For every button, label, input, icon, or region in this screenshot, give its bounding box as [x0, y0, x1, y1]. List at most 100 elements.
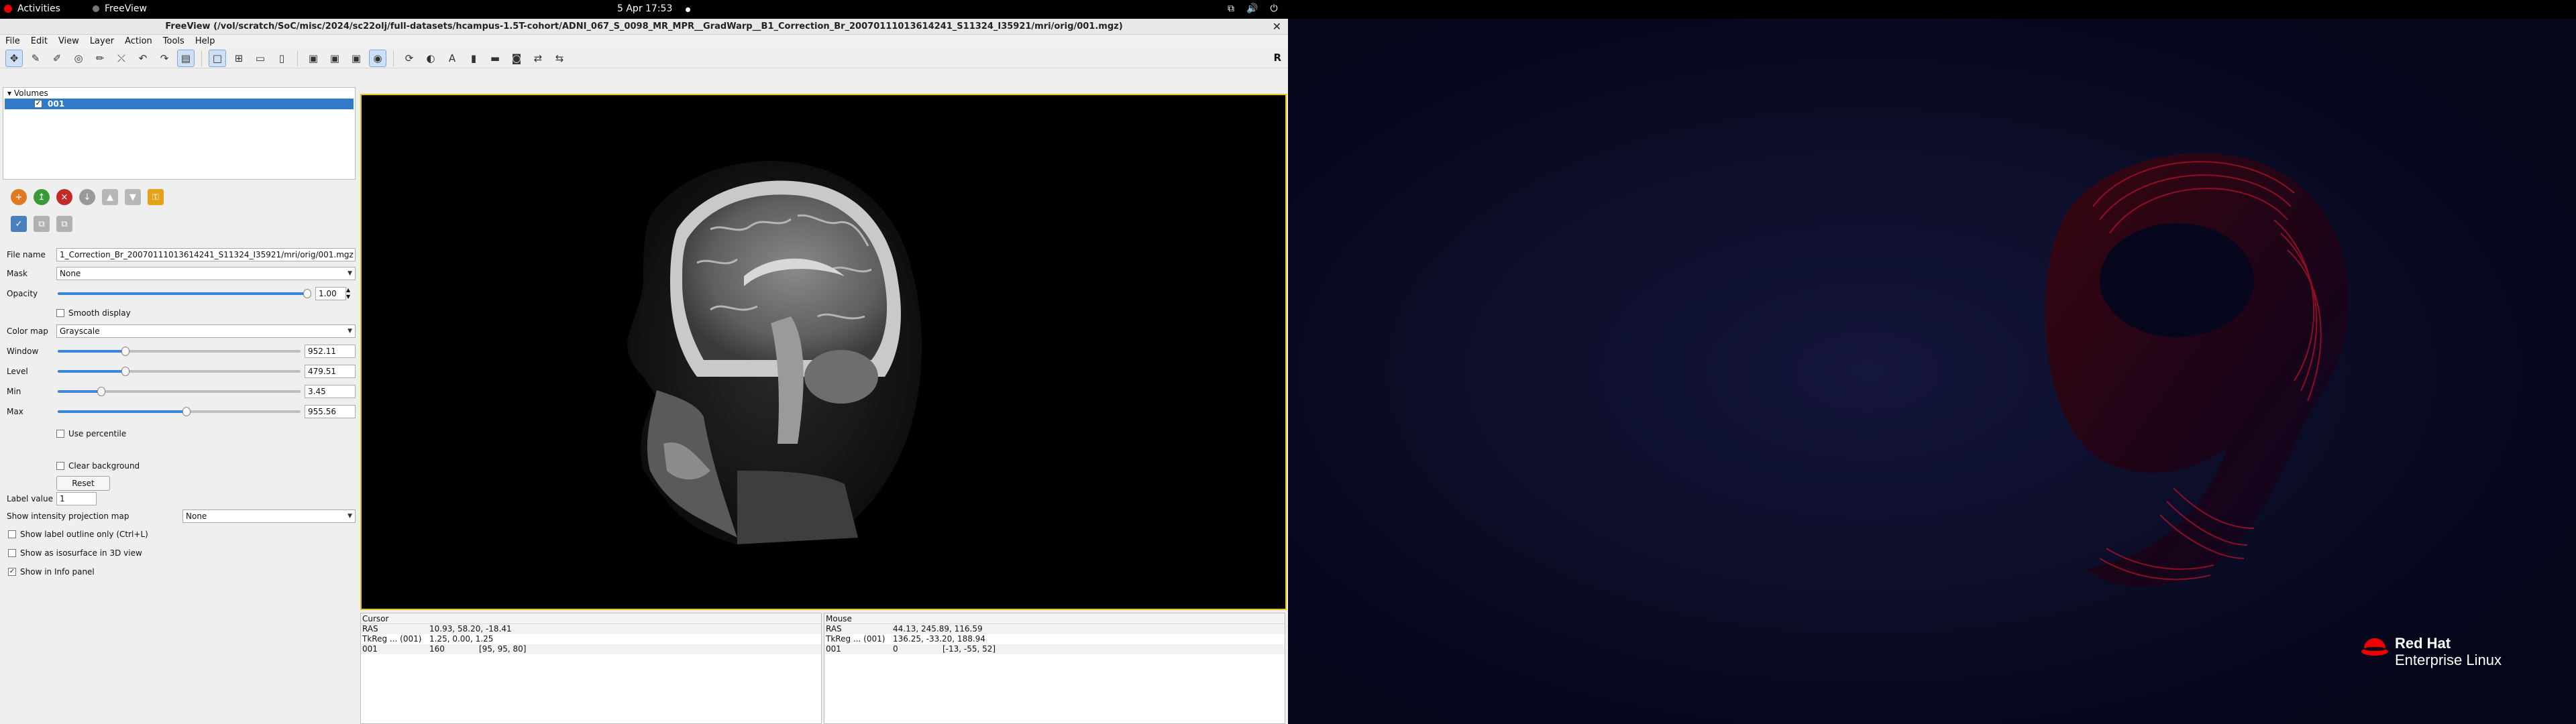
camera-icon[interactable]: ◙: [508, 50, 525, 67]
sagittal-view-icon[interactable]: ▣: [305, 50, 322, 67]
activities-button[interactable]: Activities: [4, 3, 60, 14]
clock[interactable]: 5 Apr 17:53: [617, 3, 672, 14]
window-slider[interactable]: [58, 347, 301, 356]
isosurface-checkbox[interactable]: Show as isosurface in 3D view: [8, 547, 142, 559]
label-outline-box[interactable]: [8, 530, 16, 538]
row-value[interactable]: 0: [893, 644, 898, 654]
smooth-display-box[interactable]: [56, 309, 64, 317]
network-icon[interactable]: ⧉: [1228, 3, 1234, 14]
isosurface-box[interactable]: [8, 549, 16, 557]
max-slider-handle[interactable]: [182, 407, 191, 416]
clear-background-box[interactable]: [56, 462, 64, 470]
toggle-panel-icon[interactable]: ▬: [486, 50, 504, 67]
table-row[interactable]: TkReg ... (001) 136.25, -33.20, 188.94: [824, 634, 1285, 644]
menu-view[interactable]: View: [58, 35, 79, 48]
navigate-tool-icon[interactable]: ✥: [5, 49, 23, 67]
mouse-info-panel[interactable]: Mouse RAS 44.13, 245.89, 116.59 TkReg ..…: [824, 613, 1285, 724]
roi-edit-icon[interactable]: ◎: [70, 50, 87, 67]
show-in-info-panel-box[interactable]: ✓: [8, 568, 16, 576]
menu-help[interactable]: Help: [195, 35, 215, 48]
voxel-edit-icon[interactable]: ✎: [27, 50, 44, 67]
move-up-icon[interactable]: ▲: [102, 189, 118, 205]
undo-icon[interactable]: ↶: [134, 50, 152, 67]
layer-visibility-checkbox[interactable]: ✓: [34, 100, 42, 108]
level-slider[interactable]: [58, 367, 301, 376]
layer-tree[interactable]: ▾ Volumes ✓ 001: [3, 87, 356, 180]
sync-icon[interactable]: ⇄: [529, 50, 547, 67]
render-view[interactable]: [360, 94, 1287, 610]
min-field[interactable]: 3.45: [305, 385, 356, 398]
contour-icon[interactable]: ⤬: [113, 50, 130, 67]
table-row[interactable]: RAS 44.13, 245.89, 116.59: [824, 624, 1285, 634]
load-volume-icon[interactable]: ↥: [34, 189, 50, 205]
max-slider[interactable]: [58, 407, 301, 416]
power-icon[interactable]: ⏻: [1270, 3, 1277, 14]
window-titlebar[interactable]: FreeView (/vol/scratch/SoC/misc/2024/sc2…: [0, 19, 1288, 35]
menu-action[interactable]: Action: [125, 35, 152, 48]
save-volume-icon[interactable]: ↓: [79, 189, 95, 205]
max-field[interactable]: 955.56: [305, 405, 356, 418]
clear-background-checkbox[interactable]: Clear background: [56, 460, 140, 472]
window-slider-handle[interactable]: [121, 347, 130, 356]
move-down-icon[interactable]: ▼: [125, 189, 141, 205]
redo-icon[interactable]: ↷: [156, 50, 173, 67]
layer-group-volumes[interactable]: ▾ Volumes: [3, 88, 355, 99]
lock-icon[interactable]: ⚿: [148, 189, 164, 205]
row-value[interactable]: 136.25, -33.20, 188.94: [893, 634, 985, 644]
mri-sagittal-image[interactable]: [362, 95, 1285, 609]
system-tray[interactable]: ⧉ 🔊 ⏻: [1228, 3, 1278, 14]
min-slider[interactable]: [58, 387, 301, 396]
toggle-surface-icon[interactable]: ◐: [422, 50, 439, 67]
layout-2x2-icon[interactable]: ⊞: [230, 50, 248, 67]
point-set-edit-icon[interactable]: ✏: [91, 50, 109, 67]
window-field[interactable]: 952.11: [305, 345, 356, 358]
level-field[interactable]: 479.51: [305, 365, 356, 378]
reset-button[interactable]: Reset: [56, 476, 110, 491]
layout-1x1-icon[interactable]: □: [209, 49, 226, 67]
show-in-info-panel-checkbox[interactable]: ✓ Show in Info panel: [8, 566, 95, 578]
layout-1x3-horizontal-icon[interactable]: ▭: [252, 50, 269, 67]
smooth-display-checkbox[interactable]: Smooth display: [56, 307, 131, 319]
collapse-arrow-icon[interactable]: ▾: [7, 88, 11, 98]
cursor-info-panel[interactable]: Cursor RAS 10.93, 58.20, -18.41 TkReg ..…: [360, 613, 822, 724]
use-percentile-box[interactable]: [56, 430, 64, 438]
label-outline-checkbox[interactable]: Show label outline only (Ctrl+L): [8, 528, 148, 540]
min-slider-handle[interactable]: [97, 387, 106, 396]
level-slider-handle[interactable]: [121, 367, 130, 376]
show-all-icon[interactable]: ✓: [11, 216, 27, 232]
reset-view-icon[interactable]: ⟳: [400, 50, 418, 67]
opacity-field[interactable]: 1.00: [315, 287, 346, 300]
app-menu[interactable]: FreeView: [93, 3, 147, 14]
copy-layer-icon[interactable]: ⧉: [34, 216, 50, 232]
duplicate-layer-icon[interactable]: ⧉: [56, 216, 72, 232]
close-volume-icon[interactable]: ×: [56, 189, 72, 205]
table-row[interactable]: TkReg ... (001) 1.25, 0.00, 1.25: [361, 634, 821, 644]
opacity-slider-handle[interactable]: [303, 289, 311, 298]
row-value[interactable]: 44.13, 245.89, 116.59: [893, 624, 983, 634]
close-icon[interactable]: ✕: [1273, 19, 1281, 35]
axial-view-icon[interactable]: ▣: [347, 50, 365, 67]
layer-item-001[interactable]: ✓ 001: [5, 99, 354, 109]
row-value[interactable]: 10.93, 58.20, -18.41: [429, 624, 512, 634]
row-value[interactable]: 1.25, 0.00, 1.25: [429, 634, 493, 644]
color-bar-icon[interactable]: ▮: [465, 50, 482, 67]
transform-icon[interactable]: ⇆: [551, 50, 568, 67]
layout-1x3-icon[interactable]: ▤: [177, 49, 195, 67]
menu-tools[interactable]: Tools: [163, 35, 184, 48]
3d-view-icon[interactable]: ◉: [369, 49, 386, 67]
menu-edit[interactable]: Edit: [31, 35, 48, 48]
volume-icon[interactable]: 🔊: [1246, 3, 1258, 14]
use-percentile-checkbox[interactable]: Use percentile: [56, 428, 126, 440]
color-map-select[interactable]: Grayscale ▼: [56, 324, 356, 338]
recon-edit-icon[interactable]: ✐: [48, 50, 66, 67]
opacity-spin-arrows-icon[interactable]: ▲ ▼: [346, 287, 350, 300]
table-row[interactable]: 001 0 [-13, -55, 52]: [824, 644, 1285, 654]
menu-file[interactable]: File: [5, 35, 20, 48]
label-value-field[interactable]: 1: [56, 492, 97, 505]
new-volume-icon[interactable]: +: [11, 189, 27, 205]
coronal-view-icon[interactable]: ▣: [326, 50, 343, 67]
menu-layer[interactable]: Layer: [90, 35, 114, 48]
file-name-field[interactable]: 1_Correction_Br_20070111013614241_S11324…: [56, 248, 356, 261]
intensity-projection-select[interactable]: None ▼: [182, 509, 356, 523]
layout-1x3-vertical-icon[interactable]: ▯: [273, 50, 290, 67]
